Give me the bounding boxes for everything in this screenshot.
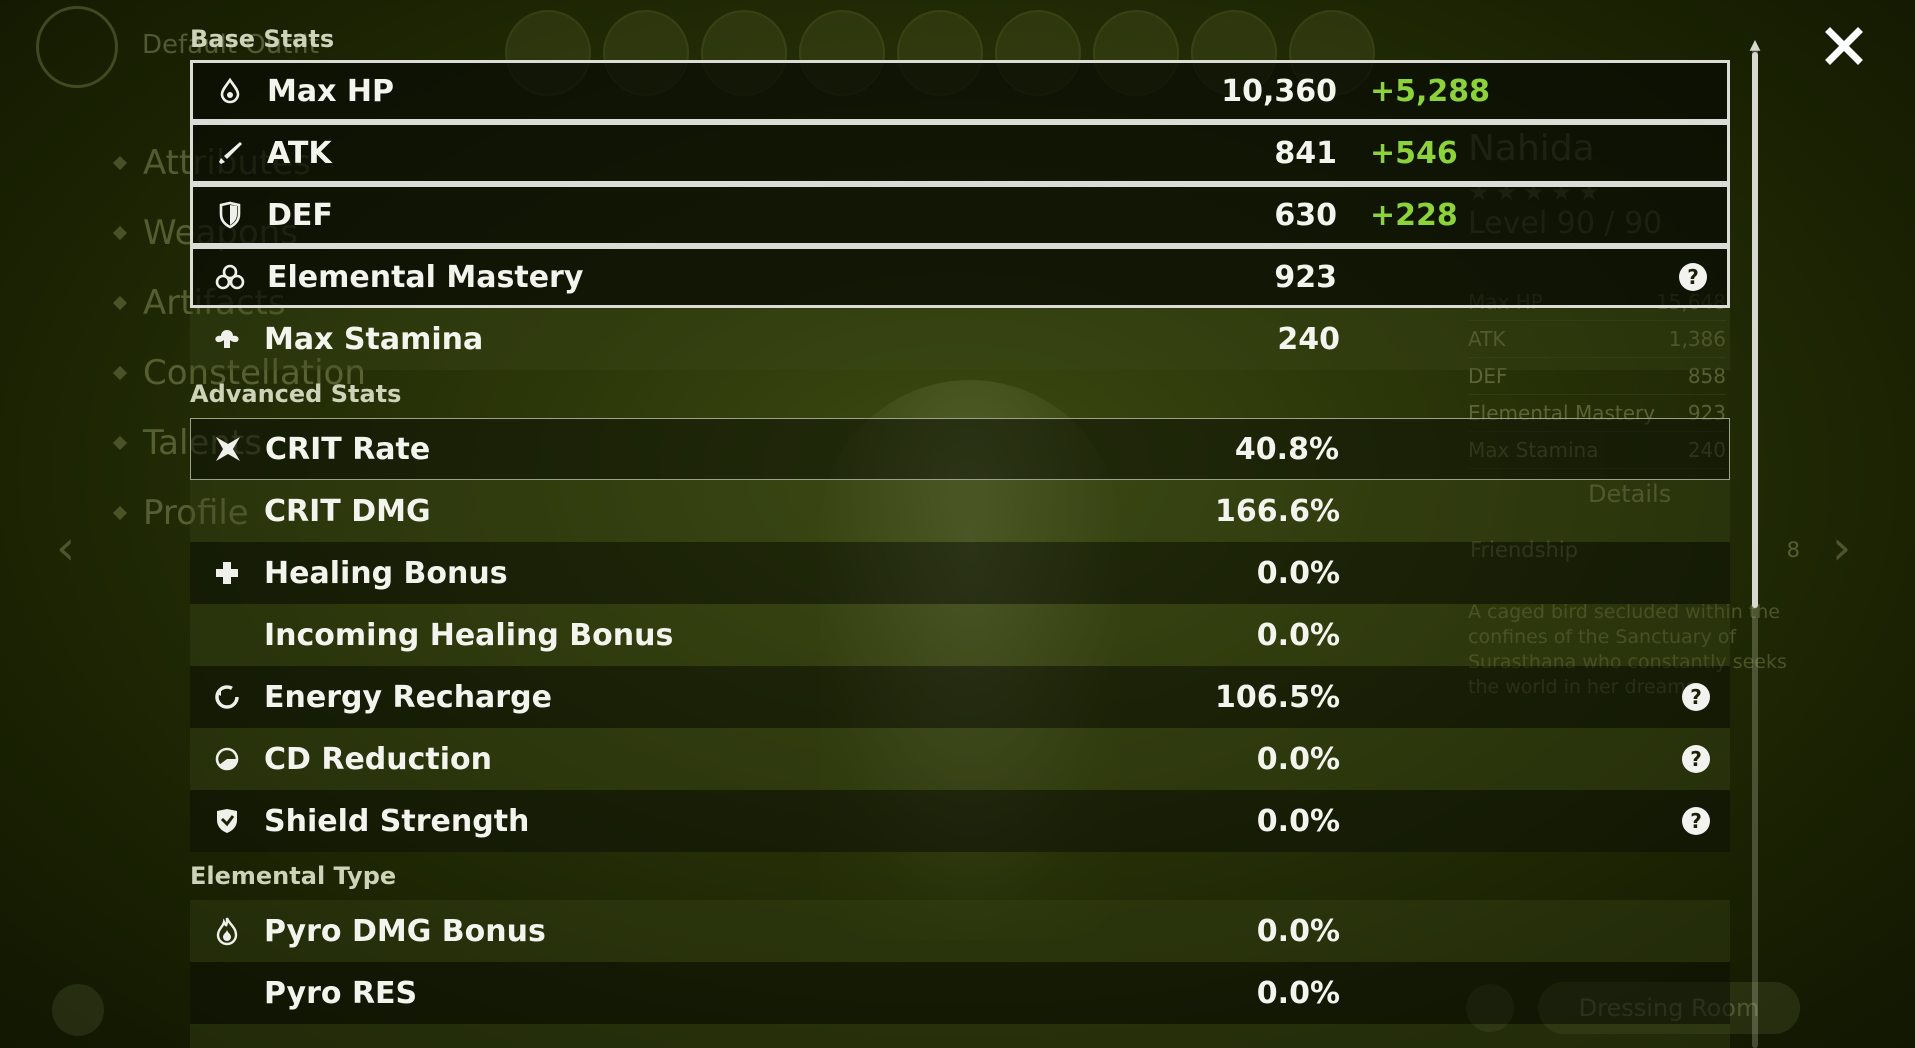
stamina-icon <box>212 324 242 354</box>
stat-name: Pyro DMG Bonus <box>264 913 546 949</box>
stat-value: 240 <box>1277 321 1340 357</box>
stat-row-cd-reduction[interactable]: CD Reduction 0.0% ? <box>190 728 1730 790</box>
stat-row-elemental-mastery[interactable]: Elemental Mastery 923 ? <box>190 246 1730 308</box>
prev-character-icon[interactable]: ‹ <box>56 520 75 576</box>
mastery-icon <box>215 262 245 292</box>
stat-name: CD Reduction <box>264 741 493 777</box>
stat-row-pyro-res[interactable]: Pyro RES 0.0% <box>190 962 1730 1024</box>
help-icon[interactable]: ? <box>1682 683 1710 711</box>
energy-icon <box>212 682 242 712</box>
close-icon <box>1825 27 1863 65</box>
elemental-type-title: Elemental Type <box>190 862 397 890</box>
stat-value: 0.0% <box>1256 913 1340 949</box>
stat-value: 0.0% <box>1256 617 1340 653</box>
stat-name: Healing Bonus <box>264 555 508 591</box>
stat-value: 10,360 <box>1221 73 1337 109</box>
stat-row-incoming-healing-bonus[interactable]: Incoming Healing Bonus 0.0% <box>190 604 1730 666</box>
stat-row-partial <box>190 1024 1730 1048</box>
crit-icon <box>213 434 243 464</box>
stat-row-shield-strength[interactable]: Shield Strength 0.0% ? <box>190 790 1730 852</box>
stat-value: 0.0% <box>1256 555 1340 591</box>
stat-row-crit-rate[interactable]: CRIT Rate 40.8% <box>190 418 1730 480</box>
help-icon[interactable]: ? <box>1682 807 1710 835</box>
stat-name: DEF <box>267 197 333 233</box>
grid-menu-icon[interactable] <box>52 984 104 1036</box>
advanced-stats-title: Advanced Stats <box>190 380 402 408</box>
stat-row-max-stamina[interactable]: Max Stamina 240 <box>190 308 1730 370</box>
cross-icon <box>212 558 242 588</box>
next-character-icon[interactable]: › <box>1832 520 1851 576</box>
stat-name: Energy Recharge <box>264 679 552 715</box>
outfit-emblem-icon <box>36 6 118 88</box>
stat-row-max-hp[interactable]: Max HP 10,360 +5,288 <box>190 60 1730 122</box>
stat-name: Pyro RES <box>264 975 418 1011</box>
stat-value: 923 <box>1274 259 1337 295</box>
scrollbar-thumb[interactable] <box>1752 52 1758 608</box>
stat-value: 630 <box>1274 197 1337 233</box>
stat-bonus: +228 <box>1370 197 1458 233</box>
base-stats-title: Base Stats <box>190 25 335 53</box>
stat-row-atk[interactable]: ATK 841 +546 <box>190 122 1730 184</box>
stat-name: CRIT Rate <box>265 431 431 467</box>
stat-name: CRIT DMG <box>264 493 431 529</box>
stat-row-energy-recharge[interactable]: Energy Recharge 106.5% ? <box>190 666 1730 728</box>
cd-icon <box>212 744 242 774</box>
stat-row-def[interactable]: DEF 630 +228 <box>190 184 1730 246</box>
stat-value: 166.6% <box>1215 493 1340 529</box>
stat-value: 40.8% <box>1234 431 1339 467</box>
friendship-level: 8 <box>1786 538 1800 562</box>
help-icon[interactable]: ? <box>1682 745 1710 773</box>
sword-icon <box>215 138 245 168</box>
stat-bonus: +546 <box>1370 135 1458 171</box>
pyro-icon <box>212 916 242 946</box>
stat-bonus: +5,288 <box>1370 73 1491 109</box>
hp-drop-icon <box>215 76 245 106</box>
stat-name: Elemental Mastery <box>267 259 584 295</box>
stat-value: 0.0% <box>1256 975 1340 1011</box>
stat-value: 0.0% <box>1256 803 1340 839</box>
stat-name: Max Stamina <box>264 321 484 357</box>
stat-value: 0.0% <box>1256 741 1340 777</box>
shield-icon <box>215 200 245 230</box>
stat-row-pyro-dmg-bonus[interactable]: Pyro DMG Bonus 0.0% <box>190 900 1730 962</box>
stats-detail-panel: Base Stats Max HP 10,360 +5,288 ATK 841 … <box>190 18 1730 1048</box>
stat-name: Shield Strength <box>264 803 530 839</box>
stat-row-healing-bonus[interactable]: Healing Bonus 0.0% <box>190 542 1730 604</box>
scroll-up-icon[interactable]: ▲ <box>1746 38 1764 52</box>
stat-name: ATK <box>267 135 332 171</box>
close-button[interactable] <box>1822 24 1866 68</box>
stat-name: Max HP <box>267 73 394 109</box>
help-icon[interactable]: ? <box>1679 263 1707 291</box>
shield-strength-icon <box>212 806 242 836</box>
stat-row-crit-dmg[interactable]: CRIT DMG 166.6% <box>190 480 1730 542</box>
stat-value: 841 <box>1274 135 1337 171</box>
stat-value: 106.5% <box>1215 679 1340 715</box>
stat-name: Incoming Healing Bonus <box>264 617 674 653</box>
